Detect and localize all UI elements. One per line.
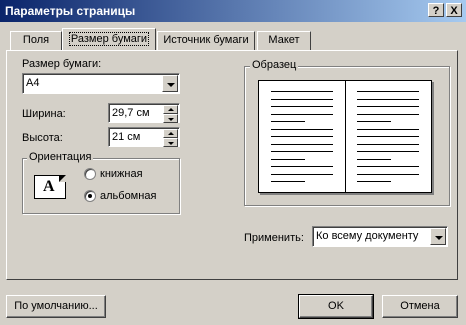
preview-text-line	[357, 113, 419, 115]
ok-button-label: OK	[328, 300, 344, 312]
preview-text-line	[357, 128, 419, 130]
preview-text-line	[357, 106, 419, 107]
preview-text-line	[357, 173, 419, 175]
height-increase-button[interactable]	[163, 129, 178, 138]
preview-group-label: Образец	[250, 59, 299, 71]
preview-text-line	[271, 106, 333, 107]
width-value: 29,7 см	[112, 107, 150, 119]
portrait-radio[interactable]	[84, 168, 96, 180]
height-spinner[interactable]: 21 см	[108, 127, 180, 147]
orientation-group-label: Ориентация	[27, 151, 94, 163]
default-button-label: По умолчанию...	[14, 300, 98, 312]
width-spinner[interactable]: 29,7 см	[108, 103, 180, 123]
landscape-radio[interactable]	[84, 190, 96, 202]
paper-size-select[interactable]: A4	[22, 73, 180, 94]
height-label: Высота:	[22, 132, 63, 144]
apply-to-select[interactable]: Ко всему документу	[312, 226, 448, 247]
paper-size-value: A4	[26, 77, 40, 89]
preview-text-line	[271, 151, 333, 152]
page-preview	[258, 80, 432, 193]
preview-text-line	[271, 113, 333, 115]
preview-text-line	[357, 98, 419, 100]
preview-text-line	[357, 158, 392, 160]
preview-text-line	[271, 91, 333, 92]
preview-spine	[345, 81, 346, 192]
arrow-up-icon	[168, 132, 174, 135]
preview-text-line	[271, 143, 333, 145]
paper-size-label: Размер бумаги:	[22, 58, 102, 70]
preview-text-line	[357, 166, 419, 167]
radio-selected-dot	[88, 194, 92, 198]
preview-text-line	[271, 181, 306, 182]
arrow-up-icon	[168, 108, 174, 111]
preview-text-line	[357, 143, 419, 145]
arrow-down-icon	[168, 142, 174, 145]
preview-text-line	[357, 136, 419, 137]
cancel-button-label: Отмена	[400, 300, 440, 312]
apply-to-label: Применить:	[244, 232, 304, 244]
width-decrease-button[interactable]	[163, 114, 178, 123]
width-increase-button[interactable]	[163, 105, 178, 114]
portrait-label[interactable]: книжная	[100, 168, 143, 180]
cancel-button[interactable]: Отмена	[382, 295, 458, 318]
preview-text-line	[271, 98, 333, 100]
apply-to-value: Ко всему документу	[316, 230, 419, 242]
preview-text-line	[271, 158, 306, 160]
paper-size-dropdown-button[interactable]	[162, 75, 178, 92]
arrow-down-icon	[168, 118, 174, 121]
preview-text-line	[357, 181, 392, 182]
default-button[interactable]: По умолчанию...	[6, 295, 106, 318]
preview-text-line	[271, 128, 333, 130]
preview-text-line	[357, 121, 392, 122]
height-decrease-button[interactable]	[163, 138, 178, 147]
preview-text-line	[357, 91, 419, 92]
preview-text-line	[271, 173, 333, 175]
preview-text-line	[271, 121, 306, 122]
landscape-label[interactable]: альбомная	[100, 190, 156, 202]
ok-button[interactable]: OK	[298, 294, 374, 319]
orientation-icon-letter: A	[43, 178, 55, 195]
preview-text-line	[271, 166, 333, 167]
landscape-page-icon: A	[34, 175, 66, 199]
apply-to-dropdown-button[interactable]	[430, 228, 446, 245]
chevron-down-icon	[435, 236, 443, 240]
width-label: Ширина:	[22, 108, 66, 120]
height-value: 21 см	[112, 131, 141, 143]
chevron-down-icon	[167, 83, 175, 87]
preview-text-line	[357, 151, 419, 152]
preview-text-line	[271, 136, 333, 137]
